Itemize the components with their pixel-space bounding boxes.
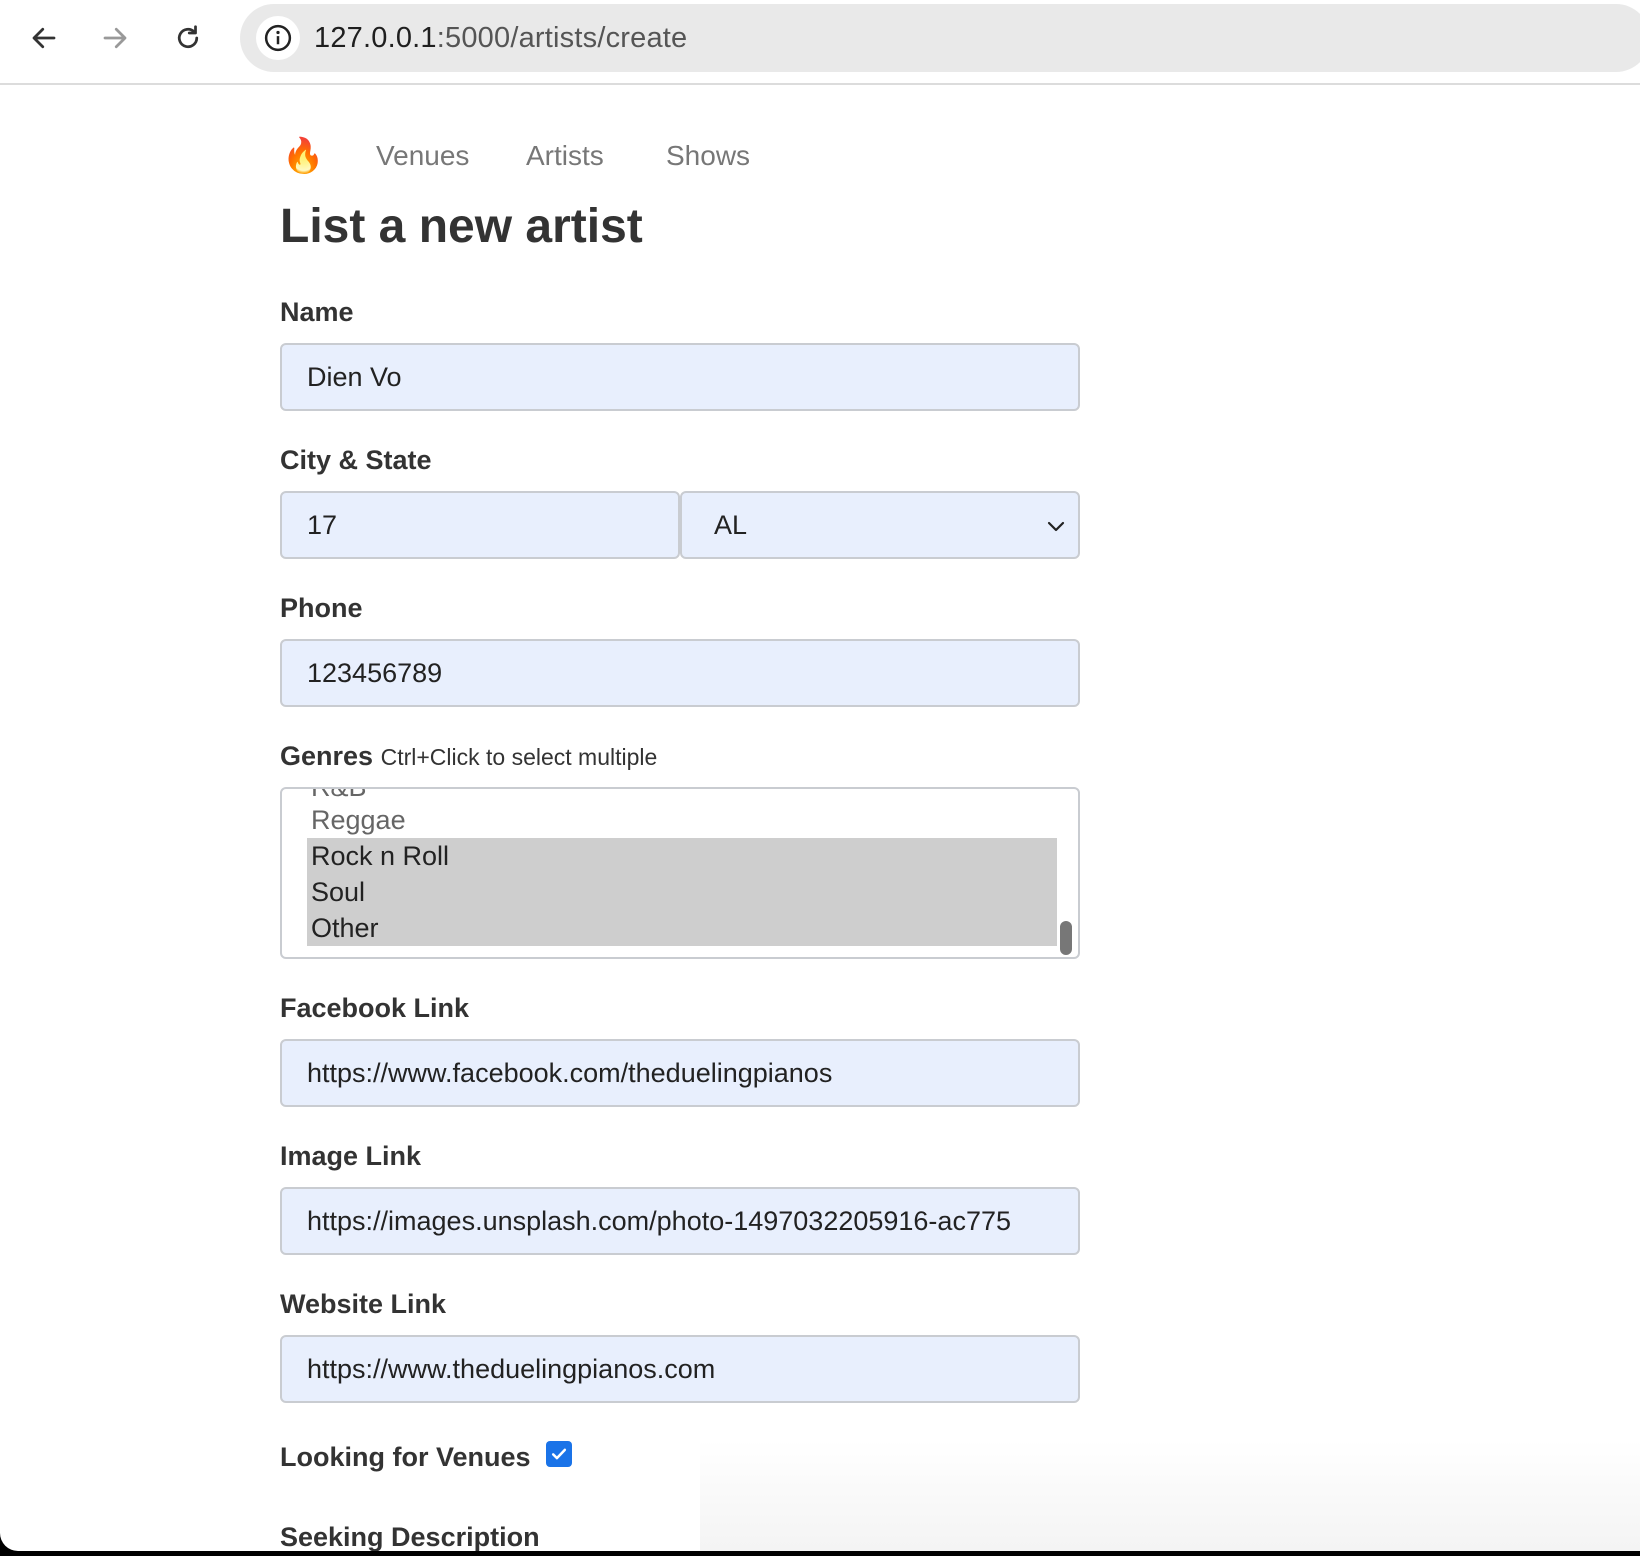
state-select-value: AL <box>714 510 748 540</box>
url-host: 127.0.0.1 <box>314 22 437 54</box>
nav-link-artists[interactable]: Artists <box>526 139 604 173</box>
city-input[interactable]: 17 <box>280 491 680 559</box>
nav-link-shows[interactable]: Shows <box>666 139 750 173</box>
reload-button[interactable] <box>166 16 210 60</box>
genres-multiselect[interactable]: R&B Reggae Rock n Roll Soul Other <box>280 787 1080 959</box>
name-label: Name <box>280 297 354 327</box>
reload-icon <box>177 25 199 49</box>
image-link-input[interactable]: https://images.unsplash.com/photo-149703… <box>280 1187 1080 1255</box>
state-select[interactable]: AL <box>680 491 1080 559</box>
image-link-label: Image Link <box>280 1141 422 1171</box>
looking-for-venues-label: Looking for Venues <box>280 1442 531 1472</box>
name-input[interactable]: Dien Vo <box>280 343 1080 411</box>
back-button[interactable] <box>22 16 66 60</box>
website-link-input[interactable]: https://www.theduelingpianos.com <box>280 1335 1080 1403</box>
site-info-button[interactable] <box>256 16 300 60</box>
chevron-down-icon <box>1047 521 1065 532</box>
browser-toolbar: 127.0.0.1:5000/artists/create <box>0 0 1640 85</box>
phone-input[interactable]: 123456789 <box>280 639 1080 707</box>
page-title: List a new artist <box>280 200 643 253</box>
genres-label: Genres Ctrl+Click to select multiple <box>280 741 657 772</box>
arrow-right-icon <box>103 27 127 49</box>
fire-icon[interactable]: 🔥 <box>282 135 324 177</box>
facebook-link-input[interactable]: https://www.facebook.com/theduelingpiano… <box>280 1039 1080 1107</box>
url-text: 127.0.0.1:5000/artists/create <box>314 22 687 55</box>
genres-hint: Ctrl+Click to select multiple <box>380 744 658 770</box>
genre-option-soul[interactable]: Soul <box>307 874 1057 910</box>
url-path: :5000/artists/create <box>436 22 688 54</box>
genre-option-other[interactable]: Other <box>307 910 1057 946</box>
checkmark-icon <box>551 1448 567 1460</box>
browser-window: 127.0.0.1:5000/artists/create 🔥 Venues A… <box>0 0 1640 1551</box>
nav-link-venues[interactable]: Venues <box>376 139 469 173</box>
genres-label-text: Genres <box>280 741 374 771</box>
website-link-label: Website Link <box>280 1289 447 1319</box>
looking-for-venues-checkbox[interactable] <box>546 1441 572 1467</box>
genre-option-rock-n-roll[interactable]: Rock n Roll <box>307 838 1057 874</box>
top-navbar: 🔥 Venues Artists Shows <box>280 135 1100 185</box>
seeking-description-label: Seeking Description <box>280 1522 540 1551</box>
listbox-scrollbar[interactable] <box>1060 921 1072 955</box>
facebook-label: Facebook Link <box>280 993 470 1023</box>
genre-option-reggae[interactable]: Reggae <box>307 802 1057 838</box>
info-icon <box>264 24 292 52</box>
window-shadow <box>700 1440 1640 1551</box>
address-bar[interactable]: 127.0.0.1:5000/artists/create <box>240 4 1640 72</box>
forward-button[interactable] <box>93 16 137 60</box>
phone-label: Phone <box>280 593 363 623</box>
city-state-label: City & State <box>280 445 432 475</box>
arrow-left-icon <box>32 27 56 49</box>
